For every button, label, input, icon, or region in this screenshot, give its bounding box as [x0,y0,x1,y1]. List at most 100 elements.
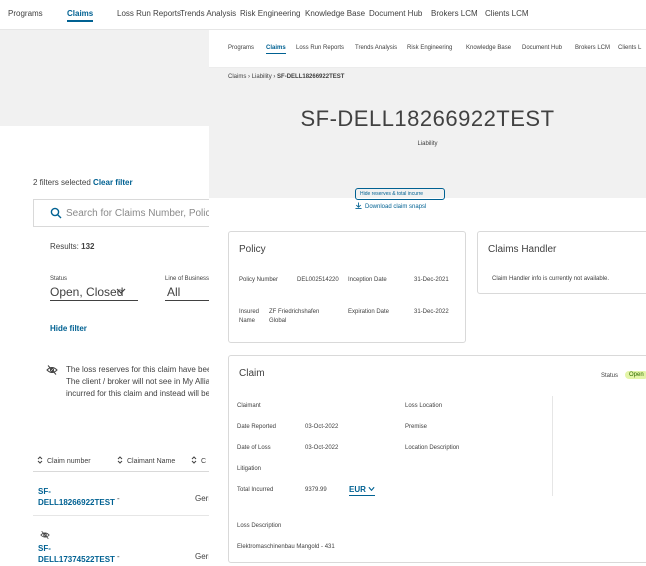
claim-number-part: DELL17374522TEST [38,555,115,564]
results-label: Results: [50,242,79,251]
claim-number-part: DELL18266922TEST [38,498,115,507]
status-filter-label: Status [50,276,68,282]
currency-label: EUR [349,485,366,494]
card-title: Claim [239,368,265,379]
loss-location-label: Loss Location [405,403,443,409]
notice-line: The client / broker will not see in My A… [66,377,210,386]
premise-label: Premise [405,424,428,430]
label-line: Name [239,318,256,324]
litigation-label: Litigation [237,466,262,472]
status-label: Status [601,373,619,379]
value-line: ZF Friedrichshafen [269,309,320,315]
nav-risk-engineering[interactable]: Risk Engineering [240,9,300,18]
filters-summary: 2 filters selected Clear filter [33,178,133,187]
nav-loss-run-reports[interactable]: Loss Run Reports [117,9,181,18]
card-title: Claims Handler [488,244,557,255]
nav-clients-lcm[interactable]: Clients L [618,45,641,51]
insured-name-value: ZF Friedrichshafen Global [269,308,319,326]
sort-icon [191,456,197,464]
nav-clients-lcm[interactable]: Clients LCM [485,9,529,18]
search-icon [50,207,62,219]
date-of-loss-label: Date of Loss [237,445,271,451]
eye-off-icon [46,365,58,375]
breadcrumb-current: SF-DELL18266922TEST [277,74,345,80]
table-row[interactable]: SF- DELL18266922TEST - Germ [33,472,215,516]
column-divider [552,396,553,496]
breadcrumb: Claims › Liability › SF-DELL18266922TEST [228,74,344,80]
label-line: Insured [239,309,260,315]
notice-line: incurred for this claim and instead will… [66,389,210,398]
nav-brokers-lcm[interactable]: Brokers LCM [575,45,610,51]
expiration-label: Expiration Date [348,309,390,315]
top-nav: Programs Claims Loss Run Reports Trends … [209,30,646,68]
claim-number-part: SF- [38,487,51,496]
column-country[interactable]: C [191,456,206,465]
breadcrumb-liability[interactable]: Liability [252,74,272,80]
claims-table-header: Claim number Claimant Name C [33,448,210,472]
nav-claims[interactable]: Claims [266,45,286,54]
nav-risk-engineering[interactable]: Risk Engineering [407,45,452,51]
download-snapshot-link[interactable]: Download claim snapsl [355,202,426,210]
breadcrumb-separator: › [248,74,251,80]
lob-filter-label: Line of Business [165,276,210,282]
page-title: SF-DELL18266922TEST [300,106,555,131]
nav-claims[interactable]: Claims [67,9,94,22]
hide-filter-link[interactable]: Hide filter [50,324,87,333]
eye-off-icon [40,530,50,540]
table-row[interactable]: SF- DELL17374522TEST - Germ [33,516,215,566]
filters-selected-text: 2 filters selected [33,178,91,187]
lob-filter-select[interactable]: All [167,285,180,299]
nav-loss-run-reports[interactable]: Loss Run Reports [296,45,344,51]
results-count: Results: 132 [50,242,95,251]
value-line: Global [269,318,287,324]
background-top-nav: Programs Claims Loss Run Reports Trends … [0,0,646,30]
claimant-label: Claimant [237,403,261,409]
nav-trends-analysis[interactable]: Trends Analysis [355,45,397,51]
nav-document-hub[interactable]: Document Hub [522,45,562,51]
insured-name-label: Insured Name [239,308,259,326]
page-subtitle: Liability [417,141,438,147]
handler-message: Claim Handler info is currently not avai… [492,276,610,282]
nav-knowledge-base[interactable]: Knowledge Base [305,9,365,18]
chevron-down-icon[interactable] [116,287,126,295]
claim-number-link[interactable]: SF- DELL17374522TEST [38,543,115,565]
column-claimant-name[interactable]: Claimant Name [117,456,175,465]
location-description-label: Location Description [405,445,460,451]
nav-document-hub[interactable]: Document Hub [369,9,422,18]
hide-reserves-button[interactable]: Hide reserves & total incurre [355,188,445,200]
policy-number-label: Policy Number [239,277,279,283]
column-label: Claimant Name [127,458,176,465]
status-underline [50,300,138,301]
column-claim-number[interactable]: Claim number [37,456,91,465]
clear-filter-link[interactable]: Clear filter [93,178,133,187]
claims-handler-card: Claims Handler Claim Handler info is cur… [477,231,646,294]
claim-number-link[interactable]: SF- DELL18266922TEST [38,486,115,508]
breadcrumb-claims[interactable]: Claims [228,74,246,80]
nav-knowledge-base[interactable]: Knowledge Base [466,45,511,51]
loss-description-label: Loss Description [237,523,282,529]
search-input[interactable]: Search for Claims Number, Policy Numl [33,199,242,227]
column-label: Claim number [47,458,91,465]
status-badge: Open [625,371,646,379]
chevron-down-icon [368,486,375,492]
sort-icon [117,456,123,464]
claim-number-part: SF- [38,544,51,553]
currency-select[interactable]: EUR [349,485,376,496]
status-filter-select[interactable]: Open, Closed [50,285,123,299]
nav-programs[interactable]: Programs [8,9,43,18]
nav-brokers-lcm[interactable]: Brokers LCM [431,9,478,18]
claim-hero [209,68,646,198]
claim-detail-window: Programs Claims Loss Run Reports Trends … [209,30,646,566]
sort-icon [37,456,43,464]
policy-number-value: DEL002514220 [297,277,339,283]
nav-programs[interactable]: Programs [228,45,254,51]
loss-description-value: Elektromaschinenbau Mangold - 431 [237,544,335,550]
nav-trends-analysis[interactable]: Trends Analysis [180,9,236,18]
expiration-value: 31-Dec-2022 [414,309,449,315]
claimant-cell: - [117,494,120,503]
results-number: 132 [81,242,95,251]
background-hero [0,30,210,126]
column-label: C [201,458,207,465]
notice-line: The loss reserves for this claim have be… [66,365,210,374]
download-icon [355,202,362,209]
